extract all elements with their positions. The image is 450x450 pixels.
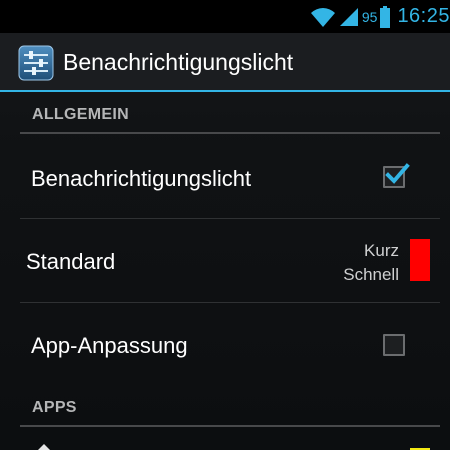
standard-duration: Kurz [364, 241, 399, 260]
status-bar: 95 16:25 [0, 0, 450, 33]
section-header-general: ALLGEMEIN [20, 94, 440, 134]
battery-icon [380, 5, 391, 28]
pref-title-notification-light: Benachrichtigungslicht [31, 166, 252, 191]
section-header-apps: APPS [20, 387, 440, 427]
notification-light-checkbox[interactable] [383, 163, 410, 188]
app-adjust-checkbox[interactable] [383, 334, 405, 356]
app-icon [38, 444, 50, 450]
pref-row-standard[interactable]: Standard Kurz Schnell [0, 219, 450, 303]
status-time: 16:25 [397, 5, 450, 27]
section-label-general: ALLGEMEIN [32, 106, 129, 123]
color-swatch [410, 239, 430, 281]
screen: 95 16:25 Benachrichtigungslicht ALLGEMEI… [0, 0, 450, 450]
standard-summary: Kurz Schnell [343, 239, 399, 287]
pref-row-app-adjust[interactable]: App-Anpassung [0, 303, 450, 387]
settings-sliders-icon[interactable] [18, 45, 54, 81]
pref-row-notification-light[interactable]: Benachrichtigungslicht [0, 136, 450, 219]
status-indicators: 95 16:25 [310, 0, 450, 33]
pref-title-standard: Standard [26, 249, 116, 274]
signal-icon [339, 7, 358, 26]
wifi-icon [310, 7, 335, 27]
checkmark-icon [385, 163, 410, 184]
section-label-apps: APPS [32, 399, 77, 416]
action-bar: Benachrichtigungslicht [0, 33, 450, 92]
app-row[interactable] [0, 429, 450, 450]
standard-speed: Schnell [343, 265, 399, 284]
page-title: Benachrichtigungslicht [63, 49, 294, 75]
pref-title-app-adjust: App-Anpassung [31, 333, 188, 358]
battery-level: 95 [361, 8, 378, 25]
